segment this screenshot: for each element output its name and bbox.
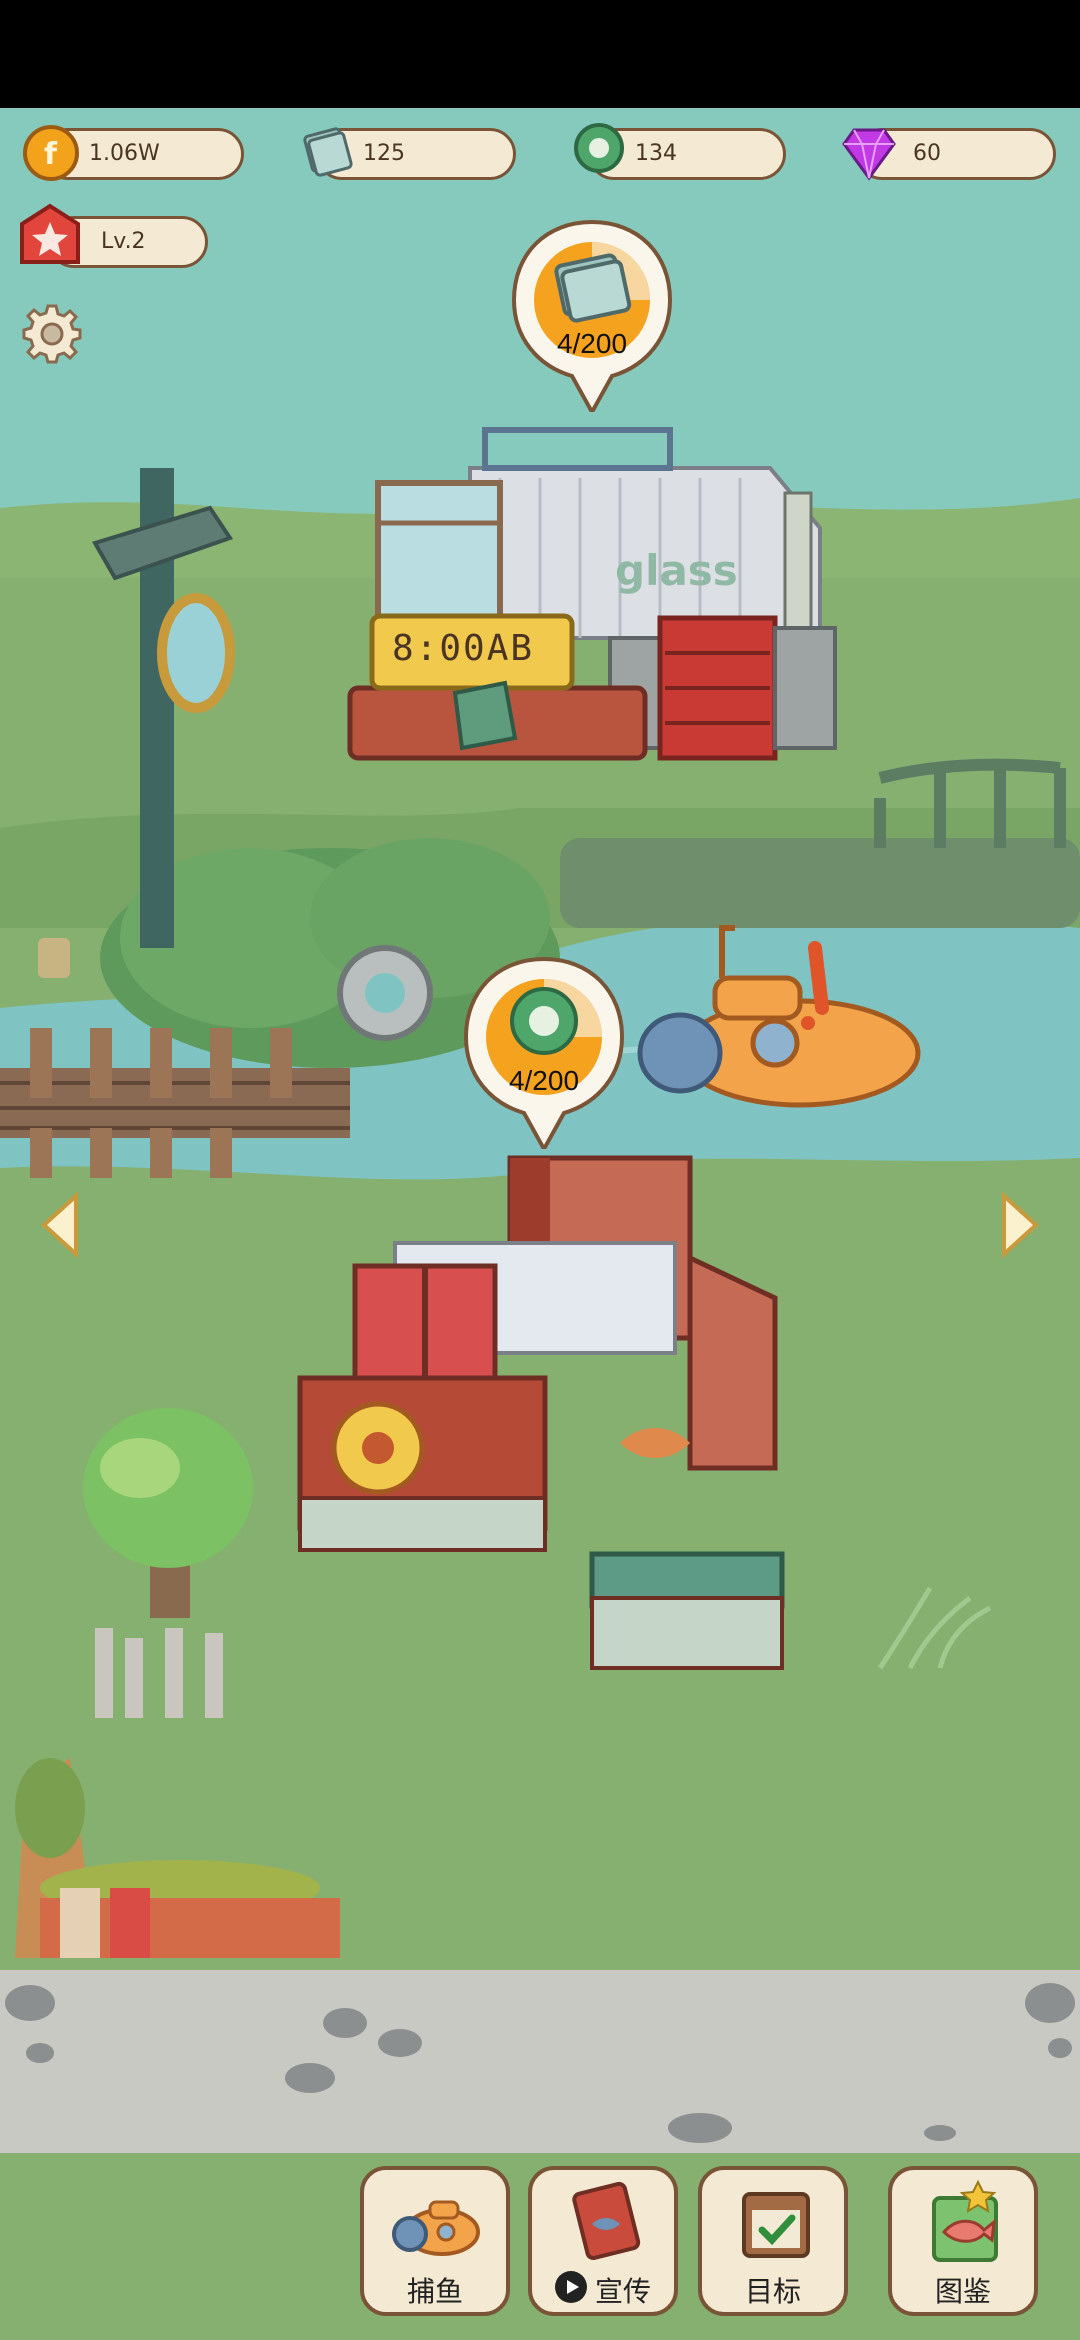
goals-label: 目标: [744, 2275, 801, 2308]
green-ring-icon: [570, 122, 628, 180]
glass-progress-bubble[interactable]: 4/200: [508, 216, 676, 412]
glass-counter: 125: [298, 127, 516, 180]
clipboard-check-icon: [736, 2184, 816, 2268]
fishing-label: 捕鱼: [406, 2275, 463, 2308]
collection-button[interactable]: 图鉴: [888, 2166, 1038, 2316]
rubber-counter: 134: [570, 123, 786, 180]
promote-label: 宣传: [594, 2275, 651, 2308]
status-bar: [0, 0, 1080, 108]
glass-value: 125: [363, 141, 405, 166]
scene-art: [0, 108, 1080, 2340]
poster-icon: [566, 2180, 646, 2268]
rubber-progress-text: 4/200: [508, 1065, 580, 1096]
level-badge[interactable]: Lv.2: [18, 202, 208, 272]
svg-text:f: f: [44, 137, 58, 172]
factory-label: glass: [615, 546, 738, 595]
coins-value: 1.06W: [89, 141, 160, 166]
fish-book-icon: [922, 2178, 1012, 2268]
red-star-icon: [18, 202, 82, 272]
coin-icon: f: [22, 124, 80, 182]
submarine-icon: [392, 2184, 482, 2268]
factory-sign-text: 8:00AB: [392, 628, 535, 669]
gems-counter: 60: [838, 128, 1056, 181]
rubber-progress-bubble[interactable]: 4/200: [460, 953, 628, 1149]
collection-label: 图鉴: [934, 2275, 991, 2308]
glass-progress-text: 4/200: [556, 328, 628, 359]
game-scene[interactable]: glass 8:00AB 4/200 4/200: [0, 108, 1080, 2340]
promote-button[interactable]: 宣传: [528, 2166, 678, 2316]
level-value: Lv.2: [101, 229, 146, 254]
rubber-value: 134: [635, 141, 677, 166]
gems-value: 60: [913, 141, 941, 166]
purple-gem-icon: [838, 124, 896, 182]
coins-counter: 1.06W f: [22, 125, 244, 181]
fishing-button[interactable]: 捕鱼: [360, 2166, 510, 2316]
goals-button[interactable]: 目标: [698, 2166, 848, 2316]
glass-pane-icon: [298, 122, 356, 180]
gear-icon[interactable]: [20, 302, 84, 370]
